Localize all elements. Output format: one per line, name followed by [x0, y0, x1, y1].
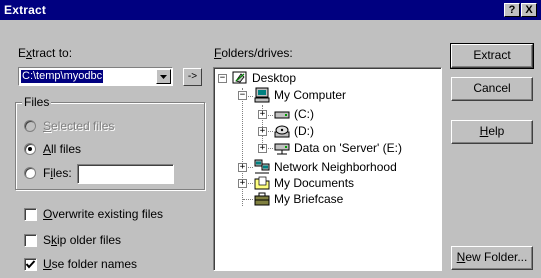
checkmark-icon: [25, 260, 36, 269]
extract-to-combobox[interactable]: C:\temp\myodbc: [18, 67, 173, 86]
close-button[interactable]: X: [521, 3, 537, 17]
desktop-icon: [232, 71, 247, 84]
files-pattern-input[interactable]: [77, 164, 174, 184]
computer-icon: [254, 87, 270, 103]
overwrite-checkbox[interactable]: [24, 208, 37, 221]
all-files-radio[interactable]: [24, 143, 36, 155]
extract-button[interactable]: Extract: [450, 43, 534, 69]
tree-item-desktop[interactable]: − Desktop: [214, 70, 434, 86]
new-folder-button[interactable]: New Folder...: [451, 246, 533, 270]
cd-drive-icon: [274, 125, 290, 138]
extract-dialog: Extract ? X Extract to: C:\temp\myodbc -…: [0, 0, 541, 278]
tree-item-c-drive[interactable]: + (C:): [214, 106, 434, 122]
tree-item-d-drive[interactable]: + (D:): [214, 123, 434, 139]
window-title: Extract: [4, 3, 47, 17]
overwrite-label: Overwrite existing files: [43, 207, 164, 221]
radio-selected-dot: [28, 147, 32, 151]
chevron-down-icon: [160, 75, 167, 79]
tree-item-my-documents[interactable]: + My Documents: [214, 175, 434, 191]
collapse-toggle[interactable]: −: [218, 74, 227, 83]
skip-older-label: Skip older files: [43, 233, 122, 247]
dropdown-button[interactable]: [156, 69, 171, 84]
help-button[interactable]: Help: [451, 120, 533, 144]
extract-to-label: Extract to:: [18, 46, 73, 60]
browse-arrow-button[interactable]: ->: [183, 68, 202, 86]
files-radio[interactable]: [24, 167, 36, 179]
files-label: Files:: [43, 166, 72, 180]
expand-toggle[interactable]: +: [238, 179, 247, 188]
all-files-label: All files: [43, 142, 82, 156]
network-neighborhood-icon: [254, 159, 270, 174]
help-title-button[interactable]: ?: [504, 3, 520, 17]
tree-item-network-neighborhood[interactable]: + Network Neighborhood: [214, 159, 434, 175]
hard-drive-icon: [274, 111, 290, 119]
folders-drives-label: Folders/drives:: [214, 46, 293, 60]
expand-toggle[interactable]: +: [238, 163, 247, 172]
selected-files-radio[interactable]: [24, 120, 36, 132]
collapse-toggle[interactable]: −: [238, 91, 247, 100]
use-folder-names-label: Use folder names: [43, 257, 138, 271]
arrow-right-icon: ->: [187, 71, 198, 82]
expand-toggle[interactable]: +: [258, 144, 267, 153]
tree-item-e-drive[interactable]: + Data on 'Server' (E:): [214, 140, 434, 156]
files-group-title: Files: [22, 95, 52, 109]
close-icon: X: [525, 4, 533, 16]
expand-toggle[interactable]: +: [258, 110, 267, 119]
tree-item-my-briefcase[interactable]: My Briefcase: [214, 191, 434, 207]
cancel-button[interactable]: Cancel: [451, 77, 533, 101]
use-folder-names-checkbox[interactable]: [24, 258, 37, 271]
selected-files-label: Selected files: [43, 119, 115, 133]
folder-tree[interactable]: − Desktop − My Computer + (C:) + (D:) + …: [213, 67, 442, 271]
tree-item-my-computer[interactable]: − My Computer: [214, 87, 434, 103]
title-bar[interactable]: Extract ? X: [0, 0, 541, 20]
briefcase-icon: [254, 192, 270, 206]
expand-toggle[interactable]: +: [258, 127, 267, 136]
folder-icon: [254, 176, 270, 190]
skip-older-checkbox[interactable]: [24, 234, 37, 247]
network-drive-icon: [274, 143, 290, 155]
extract-to-value[interactable]: C:\temp\myodbc: [21, 70, 104, 83]
